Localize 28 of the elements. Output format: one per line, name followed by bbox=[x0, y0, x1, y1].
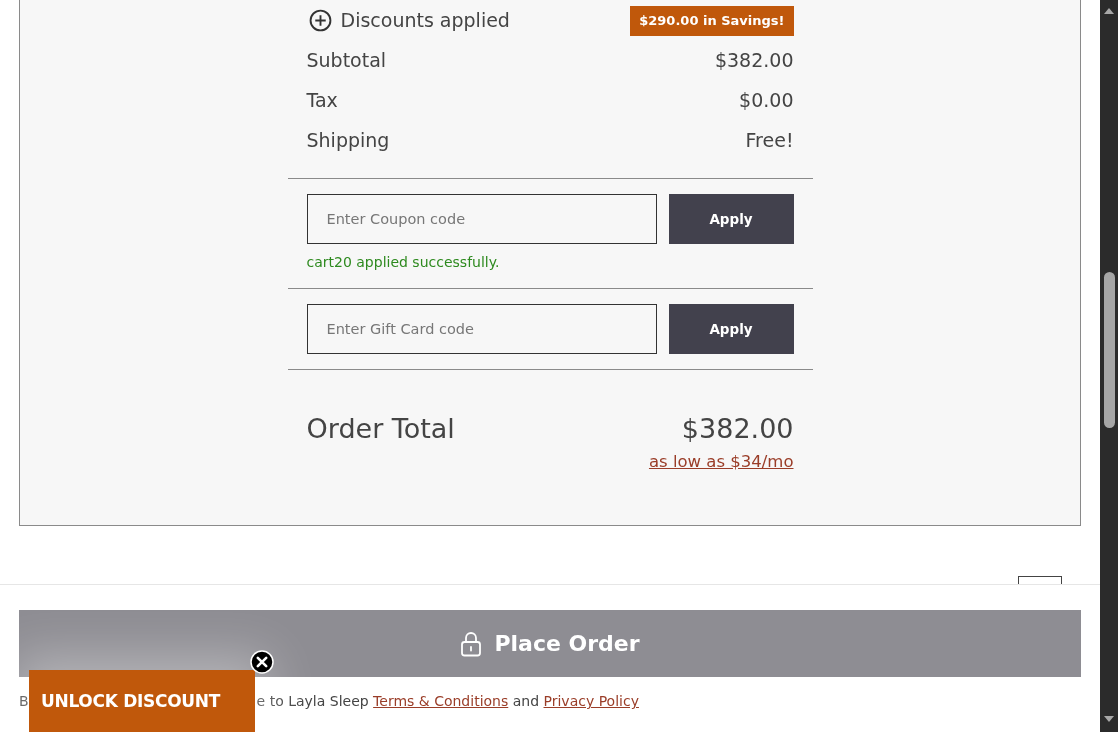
savings-badge: $290.00 in Savings! bbox=[630, 6, 794, 36]
summary-label: Subtotal bbox=[306, 49, 387, 71]
privacy-policy-link[interactable]: Privacy Policy bbox=[543, 693, 639, 709]
summary-value: $0.00 bbox=[739, 89, 794, 111]
discounts-applied-label[interactable]: Discounts applied bbox=[340, 9, 510, 31]
scrollbar[interactable] bbox=[1100, 0, 1118, 732]
apply-gift-card-button[interactable]: Apply bbox=[668, 304, 794, 354]
summary-value: Free! bbox=[745, 129, 794, 151]
scroll-down-icon[interactable] bbox=[1104, 716, 1114, 722]
scroll-up-icon[interactable] bbox=[1104, 8, 1114, 14]
coupon-code-field[interactable]: Enter Coupon code bbox=[306, 194, 657, 244]
padlock-icon bbox=[460, 630, 483, 657]
close-icon[interactable] bbox=[250, 650, 274, 674]
summary-value: $382.00 bbox=[714, 49, 794, 71]
order-total-value: $382.00 bbox=[681, 412, 794, 444]
financing-link[interactable]: as low as $34/mo bbox=[648, 450, 794, 474]
summary-label: Shipping bbox=[306, 129, 390, 151]
unlock-discount-button[interactable]: UNLOCK DISCOUNT bbox=[29, 670, 255, 732]
consent-text: e to Layla Sleep Terms & Conditions and Privacy Policy bbox=[256, 692, 639, 711]
consent-text-fragment: B bbox=[19, 692, 29, 711]
gift-card-code-field[interactable]: Enter Gift Card code bbox=[306, 304, 657, 354]
scrollbar-thumb[interactable] bbox=[1103, 272, 1115, 428]
terms-link[interactable]: Terms & Conditions bbox=[373, 693, 509, 709]
apply-coupon-button[interactable]: Apply bbox=[668, 194, 794, 244]
order-total-label: Order Total bbox=[306, 412, 455, 444]
summary-label: Tax bbox=[306, 89, 338, 111]
plus-circle-icon[interactable] bbox=[308, 8, 332, 32]
coupon-success-message: cart20 applied successfully. bbox=[306, 253, 500, 272]
